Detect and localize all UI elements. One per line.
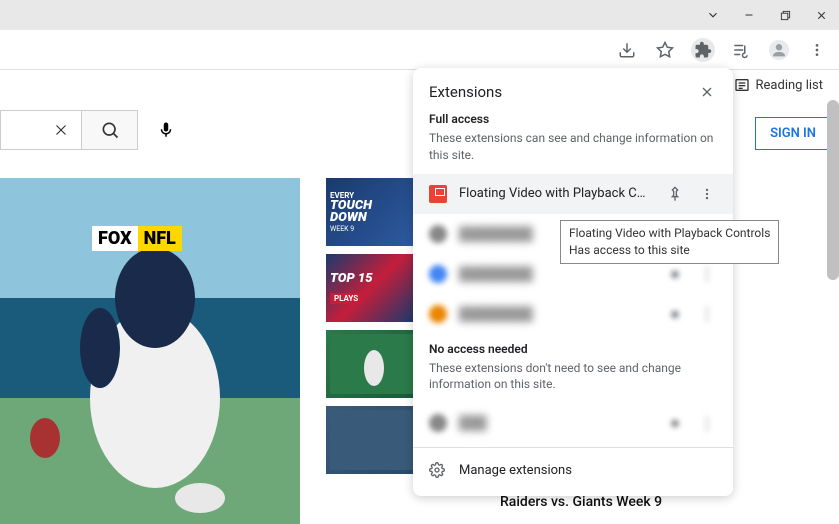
extension-icon (429, 265, 447, 283)
search-area (0, 110, 186, 150)
main-video-player[interactable]: FOX NFL (0, 178, 300, 524)
extension-item[interactable]: Floating Video with Playback C… (413, 174, 733, 214)
video-thumbnail-list: EVERY TOUCH DOWN WEEK 9 TOP 15 PLAYS (326, 178, 414, 482)
voice-search-button[interactable] (146, 110, 186, 150)
video-thumbnail[interactable]: TOP 15 PLAYS (326, 254, 414, 322)
close-button[interactable] (811, 5, 831, 25)
extension-name: ████████ (459, 306, 653, 322)
fox-nfl-logo: FOX NFL (92, 226, 182, 251)
extension-more-button[interactable] (697, 184, 717, 204)
vertical-scrollbar[interactable] (827, 100, 839, 280)
extension-icon (429, 225, 447, 243)
signin-button[interactable]: SIGN IN (755, 117, 831, 150)
reading-list-label: Reading list (756, 78, 823, 93)
extension-tooltip: Floating Video with Playback Controls Ha… (560, 220, 779, 264)
manage-extensions-button[interactable]: Manage extensions (413, 452, 733, 488)
pin-extension-button[interactable] (665, 184, 685, 204)
extension-more-button[interactable]: ⋮ (697, 264, 717, 284)
video-title[interactable]: Raiders vs. Giants Week 9 (500, 494, 662, 510)
extension-name: ███ (459, 415, 653, 431)
divider (413, 447, 733, 448)
video-thumbnail[interactable] (326, 406, 414, 474)
bookmark-star-icon[interactable] (653, 38, 677, 62)
extension-name: ████████ (459, 266, 653, 282)
browser-toolbar (0, 30, 839, 70)
reading-list-icon (734, 77, 750, 93)
kebab-menu-icon[interactable] (805, 38, 829, 62)
chevron-down-icon[interactable] (703, 5, 723, 25)
extension-more-button[interactable]: ⋮ (697, 304, 717, 324)
maximize-button[interactable] (775, 5, 795, 25)
extensions-popup: Extensions Full access These extensions … (413, 68, 733, 496)
extension-item[interactable]: ███ ● ⋮ (413, 403, 733, 443)
video-thumbnail[interactable]: EVERY TOUCH DOWN WEEK 9 (326, 178, 414, 246)
full-access-desc: These extensions can see and change info… (413, 130, 733, 174)
close-popup-button[interactable] (697, 82, 717, 102)
pin-extension-button[interactable]: ● (665, 264, 685, 284)
extension-icon (429, 185, 447, 203)
extension-more-button[interactable]: ⋮ (697, 413, 717, 433)
extensions-title: Extensions (429, 83, 502, 101)
manage-extensions-label: Manage extensions (459, 463, 572, 478)
profile-avatar-icon[interactable] (767, 38, 791, 62)
window-titlebar (0, 0, 839, 30)
gear-icon (429, 462, 445, 478)
extension-name: Floating Video with Playback C… (459, 186, 653, 201)
full-access-title: Full access (413, 112, 733, 130)
clear-search-button[interactable] (41, 111, 81, 149)
extension-icon (429, 414, 447, 432)
extension-icon (429, 305, 447, 323)
pin-extension-button[interactable]: ● (665, 304, 685, 324)
search-input[interactable] (1, 111, 41, 149)
no-access-desc: These extensions don't need to see and c… (413, 360, 733, 404)
video-thumbnail[interactable] (326, 330, 414, 398)
pin-extension-button[interactable]: ● (665, 413, 685, 433)
search-button[interactable] (82, 110, 138, 150)
queue-music-icon[interactable] (729, 38, 753, 62)
extension-item[interactable]: ████████ ● ⋮ (413, 294, 733, 334)
download-icon[interactable] (615, 38, 639, 62)
minimize-button[interactable] (739, 5, 759, 25)
extensions-puzzle-icon[interactable] (691, 38, 715, 62)
search-box (0, 110, 82, 150)
no-access-title: No access needed (413, 342, 733, 360)
